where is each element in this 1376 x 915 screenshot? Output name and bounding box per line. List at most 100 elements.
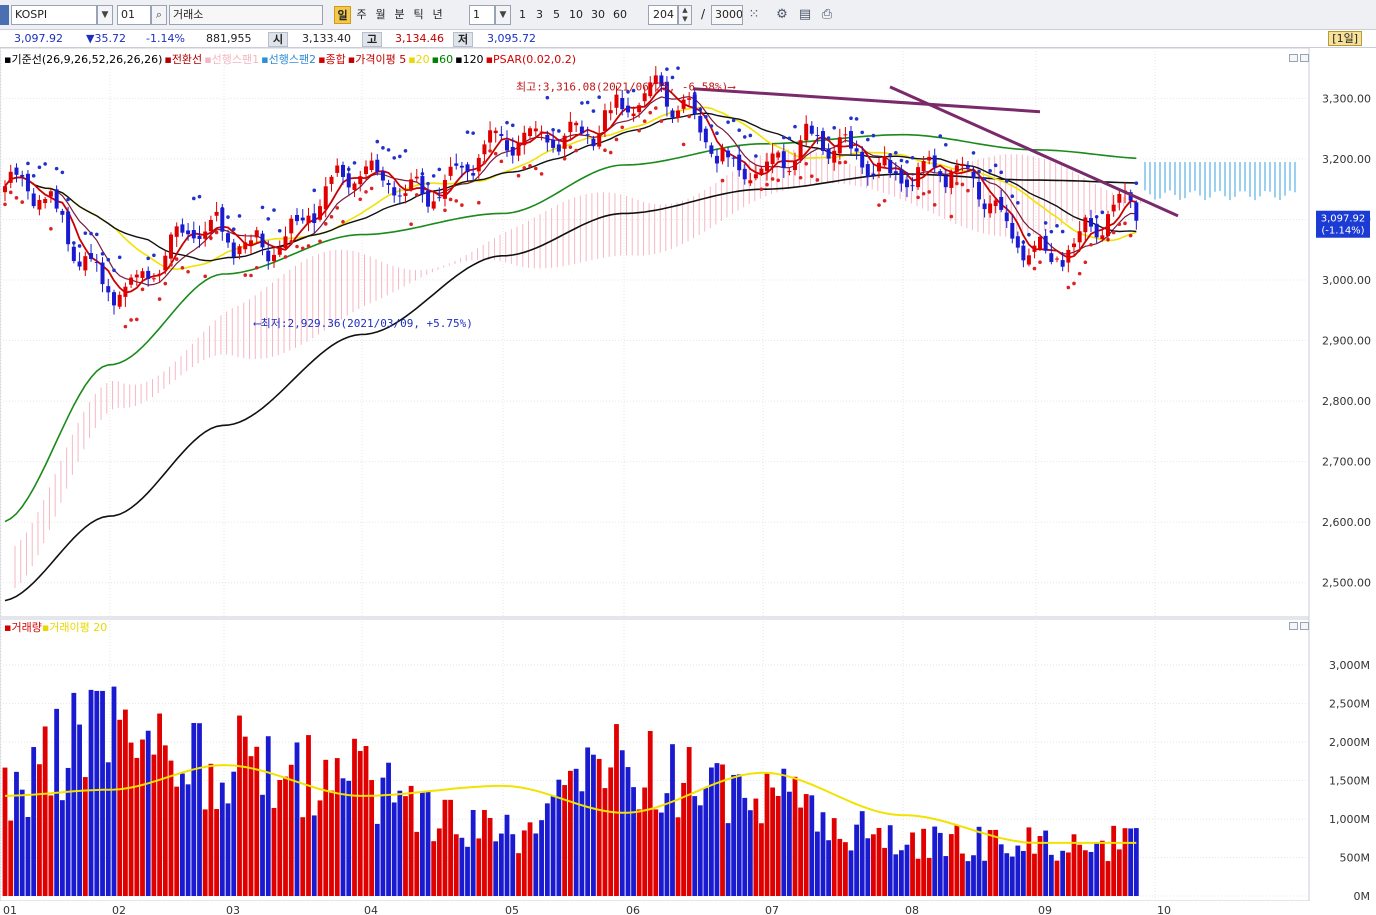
candle-body	[597, 134, 602, 147]
psar-dot	[826, 136, 831, 140]
psar-dot	[988, 169, 992, 173]
code-input[interactable]: 01	[117, 5, 151, 25]
legend-item[interactable]: ▪가격이평 5	[348, 53, 406, 66]
search-icon[interactable]: ⌕	[151, 5, 167, 25]
count-stepper[interactable]: ▲ ▼	[678, 5, 692, 25]
candle-body	[386, 182, 391, 185]
volume-bar	[631, 787, 636, 896]
psar-dot	[398, 154, 402, 159]
psar-dot	[37, 165, 42, 170]
candle-body	[781, 151, 786, 168]
candle-body	[1111, 204, 1116, 212]
period-button[interactable]: 분	[391, 6, 408, 24]
stock-chart[interactable]: 3,300.003,200.003,100.003,000.002,900.00…	[0, 48, 1376, 915]
psar-dot	[358, 197, 363, 202]
volume-bar	[1004, 853, 1010, 896]
period-button[interactable]: 일	[334, 6, 351, 24]
legend-item[interactable]: ▪거래량	[4, 621, 42, 634]
psar-dot	[60, 170, 65, 175]
candle-body	[482, 144, 487, 155]
volume-bar	[865, 838, 871, 896]
volume-pane-controls[interactable]	[1289, 620, 1313, 630]
candle-body	[960, 163, 965, 166]
panel-menu-handle[interactable]	[0, 5, 9, 25]
volume-bar	[1082, 850, 1088, 896]
psar-dot	[100, 252, 105, 256]
legend-item[interactable]: ▪선행스팬2	[261, 53, 316, 66]
psar-dot	[748, 133, 753, 138]
volume-bar	[48, 795, 54, 896]
print-icon[interactable]: ⎙	[817, 6, 837, 24]
psar-dot	[272, 208, 276, 212]
candle-body	[129, 277, 134, 285]
psar-dot	[1077, 271, 1082, 276]
period-button[interactable]: 주	[353, 6, 370, 24]
volume-bar	[1048, 854, 1054, 896]
volume-bar	[59, 800, 65, 896]
quick-interval-button[interactable]: 10	[566, 6, 586, 24]
candle-body	[403, 193, 408, 196]
volume-bar	[831, 818, 837, 896]
timeframe-badge[interactable]: [1일]	[1328, 31, 1362, 46]
volume-bar	[185, 784, 191, 896]
symbol-input[interactable]: KOSPI	[11, 5, 97, 25]
legend-item[interactable]: ▪전환선	[164, 53, 202, 66]
y-tick-label: 3,000.00	[1322, 274, 1371, 287]
candle-body	[932, 155, 937, 168]
volume-bar	[1099, 840, 1105, 896]
volume-bar	[550, 795, 556, 896]
quick-interval-button[interactable]: 3	[532, 6, 547, 24]
candle-body	[94, 261, 99, 263]
candle-body	[505, 140, 509, 151]
gear-icon[interactable]: ⚙	[772, 6, 792, 24]
quick-interval-button[interactable]: 5	[549, 6, 564, 24]
legend-item[interactable]: ▪종합	[318, 53, 346, 66]
candle-body	[426, 190, 431, 207]
candle-body	[631, 113, 636, 117]
candle-body	[54, 189, 59, 209]
legend-item[interactable]: ▪거래이평 20	[42, 621, 107, 634]
psar-dot	[505, 120, 509, 125]
y-tick-label: 2,500M	[1329, 697, 1370, 710]
legend-item[interactable]: ▪기준선(26,9,26,52,26,26,26)	[4, 53, 162, 66]
legend-item[interactable]: ▪20	[408, 53, 429, 66]
quick-interval-button[interactable]: 30	[588, 6, 608, 24]
interval-dropdown-button[interactable]: ▼	[495, 5, 511, 25]
volume-bar	[265, 736, 271, 896]
psar-dot	[539, 172, 544, 176]
volume-bar	[636, 809, 642, 896]
candle-body	[579, 126, 584, 134]
candle-body	[1117, 193, 1122, 203]
candle-body	[123, 286, 128, 297]
volume-bar	[1065, 852, 1071, 896]
candle-body	[1134, 202, 1139, 221]
symbol-dropdown-button[interactable]: ▼	[97, 5, 113, 25]
volume-bar	[899, 850, 904, 896]
legend-item[interactable]: ▪60	[432, 53, 453, 66]
legend-item[interactable]: ▪선행스팬1	[204, 53, 259, 66]
volume-bar	[123, 709, 128, 896]
minimize-icon[interactable]	[1289, 54, 1298, 62]
period-button[interactable]: 월	[372, 6, 389, 24]
quick-interval-button[interactable]: 1	[515, 6, 530, 24]
legend-item[interactable]: ▪PSAR(0.02,0.2)	[486, 53, 577, 66]
quick-interval-button[interactable]: 60	[610, 6, 630, 24]
legend-item[interactable]: ▪120	[455, 53, 483, 66]
minimize-icon[interactable]	[1289, 622, 1298, 630]
count-input[interactable]: 204	[648, 5, 678, 25]
candle-body	[843, 134, 848, 136]
save-icon[interactable]: ▤	[795, 6, 815, 24]
psar-dot	[14, 196, 19, 200]
volume-bar	[681, 782, 686, 896]
close-icon[interactable]	[1300, 622, 1309, 630]
grid-settings-icon[interactable]: ⁙	[744, 6, 764, 24]
period-button[interactable]: 년	[429, 6, 446, 24]
close-icon[interactable]	[1300, 54, 1309, 62]
interval-input[interactable]: 1	[469, 5, 495, 25]
x-tick-label: 02	[112, 904, 126, 915]
psar-dot	[637, 128, 641, 133]
period-button[interactable]: 틱	[410, 6, 427, 24]
price-pane-controls[interactable]	[1289, 52, 1313, 62]
volume-bar	[948, 834, 954, 896]
candle-body	[295, 214, 299, 222]
